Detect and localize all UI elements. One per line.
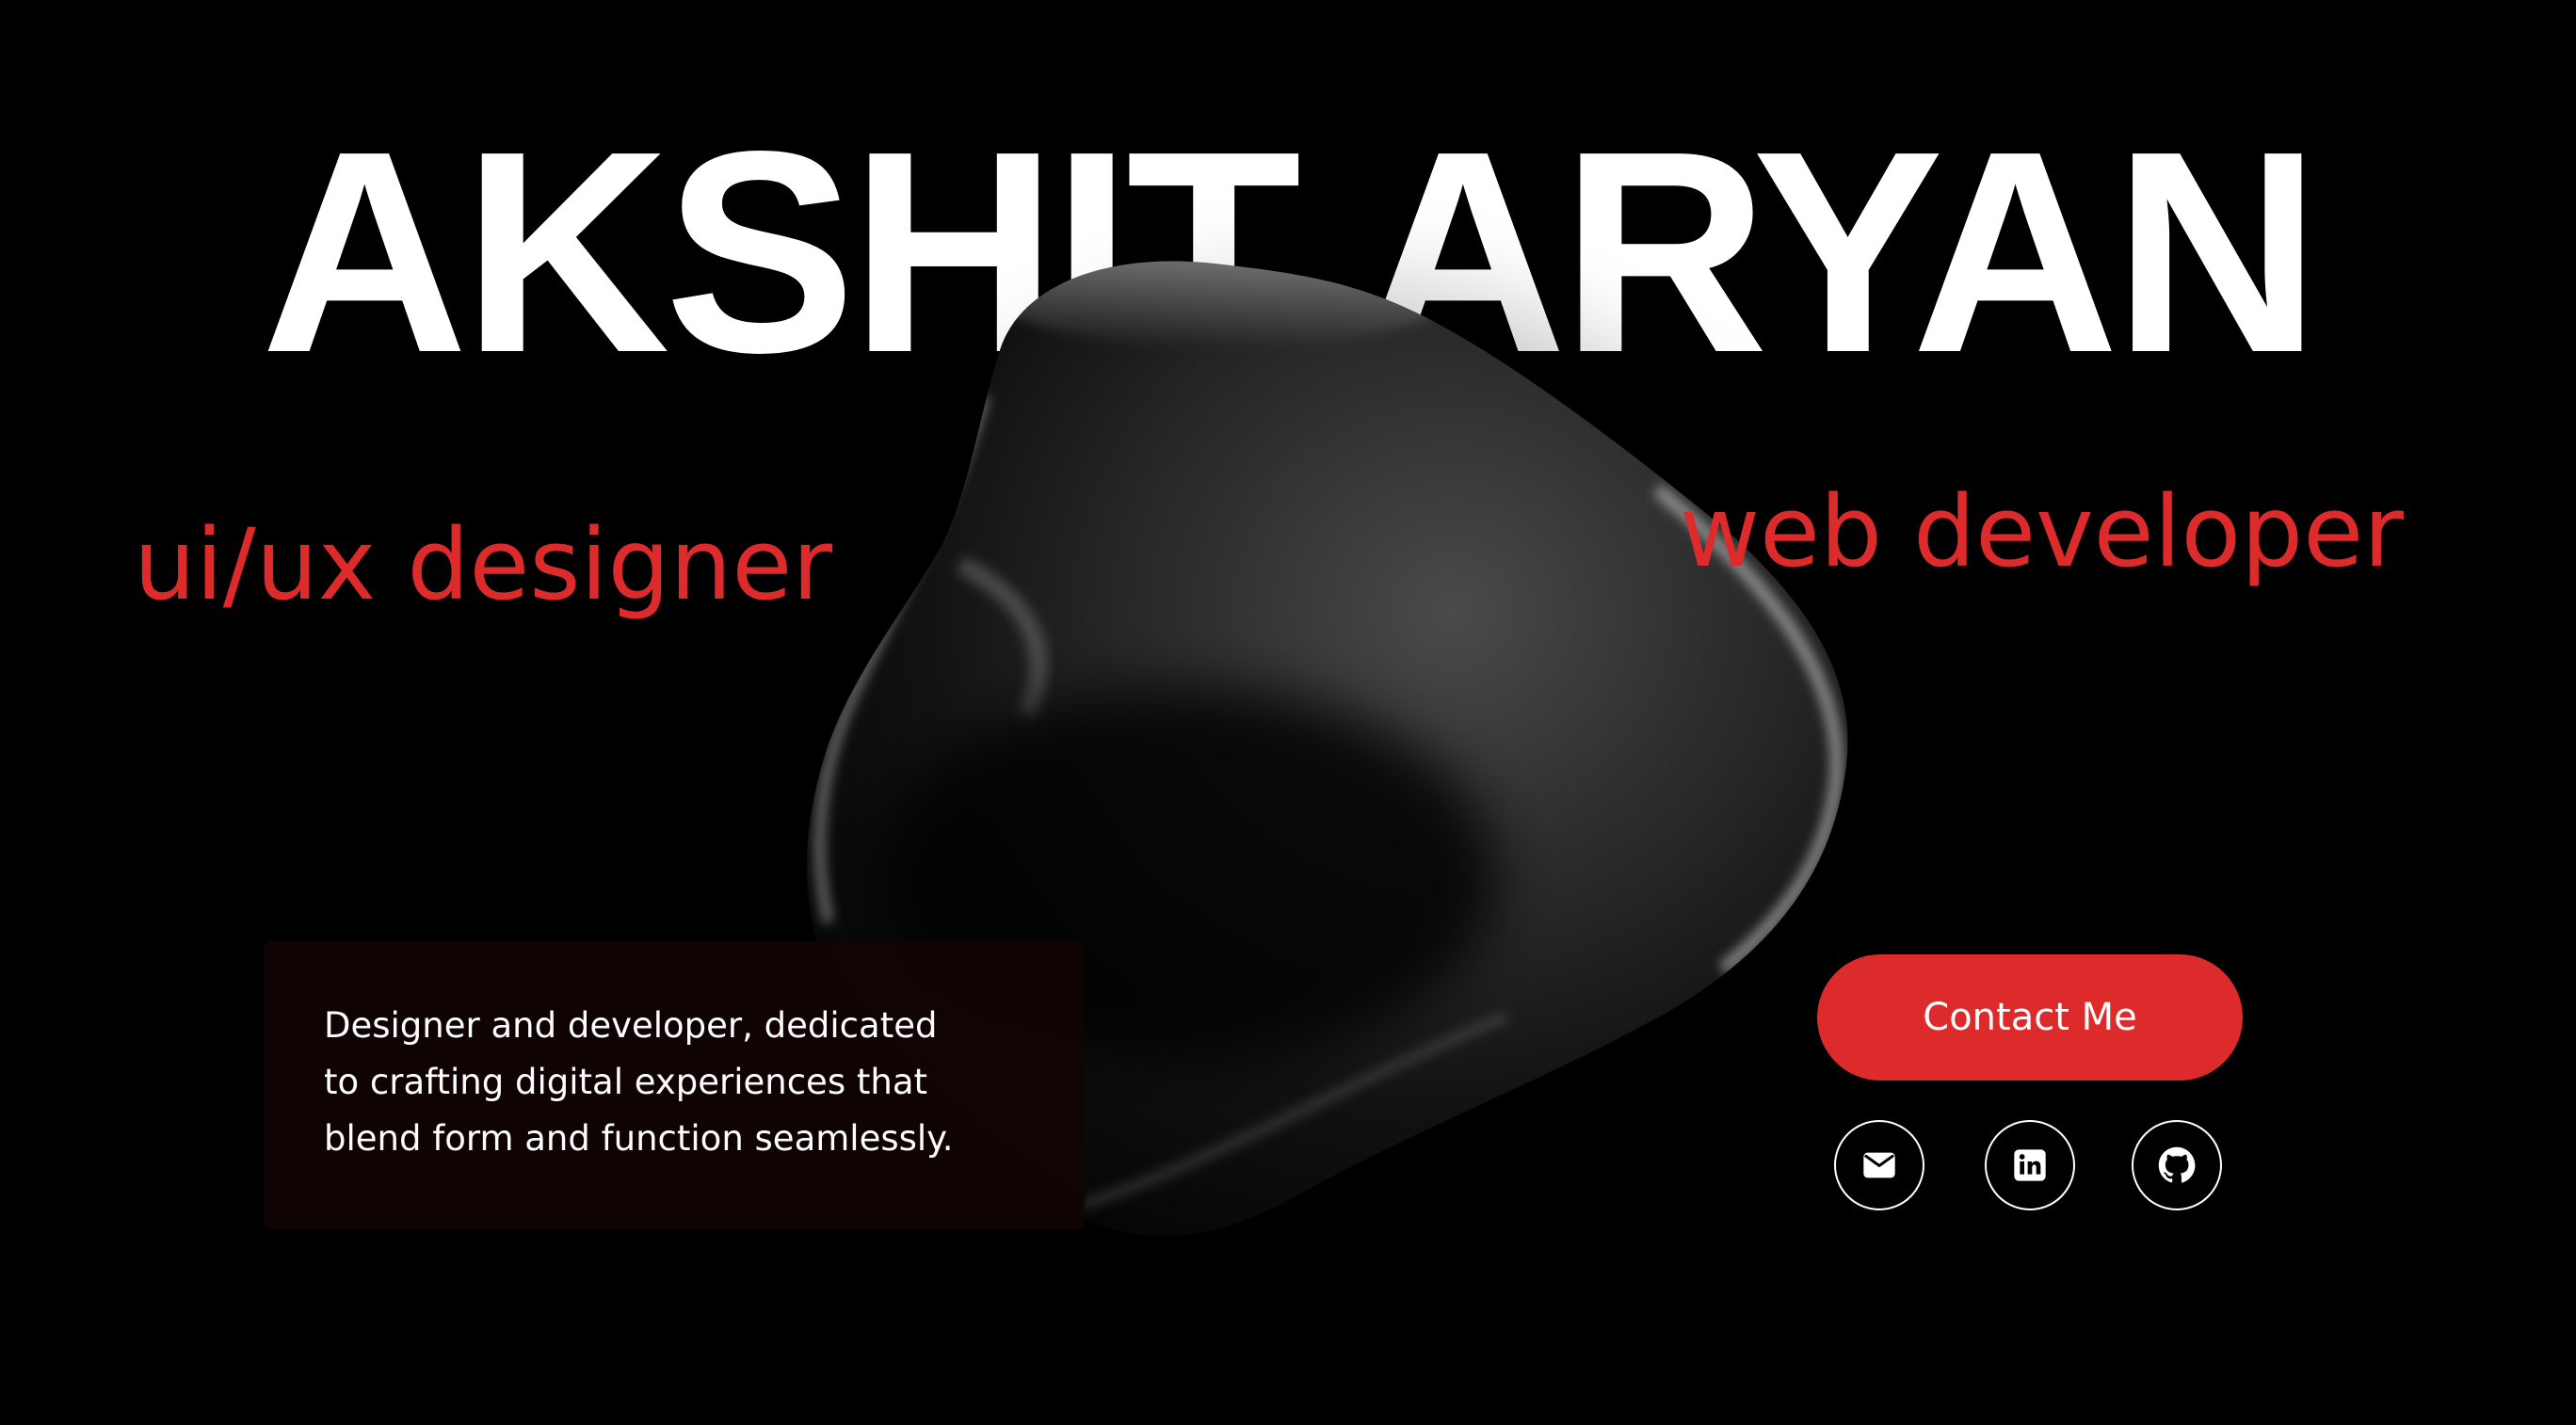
hero-name: AKSHIT ARYAN: [261, 91, 2321, 412]
linkedin-link[interactable]: [1985, 1120, 2075, 1210]
role-web-developer: web developer: [1680, 474, 2404, 589]
github-link[interactable]: [2132, 1120, 2222, 1210]
mail-icon: [1863, 1152, 1895, 1178]
email-link[interactable]: [1834, 1120, 1924, 1210]
github-icon: [2158, 1146, 2196, 1183]
contact-me-button[interactable]: Contact Me: [1817, 954, 2243, 1081]
intro-text: Designer and developer, dedicated to cra…: [324, 1005, 954, 1159]
role-uiux-designer: ui/ux designer: [134, 507, 833, 622]
linkedin-icon: [2014, 1149, 2046, 1181]
portfolio-hero: AKSHIT ARYAN ui/ux designer web develope…: [0, 0, 2576, 1425]
intro-card: Designer and developer, dedicated to cra…: [264, 941, 1085, 1229]
